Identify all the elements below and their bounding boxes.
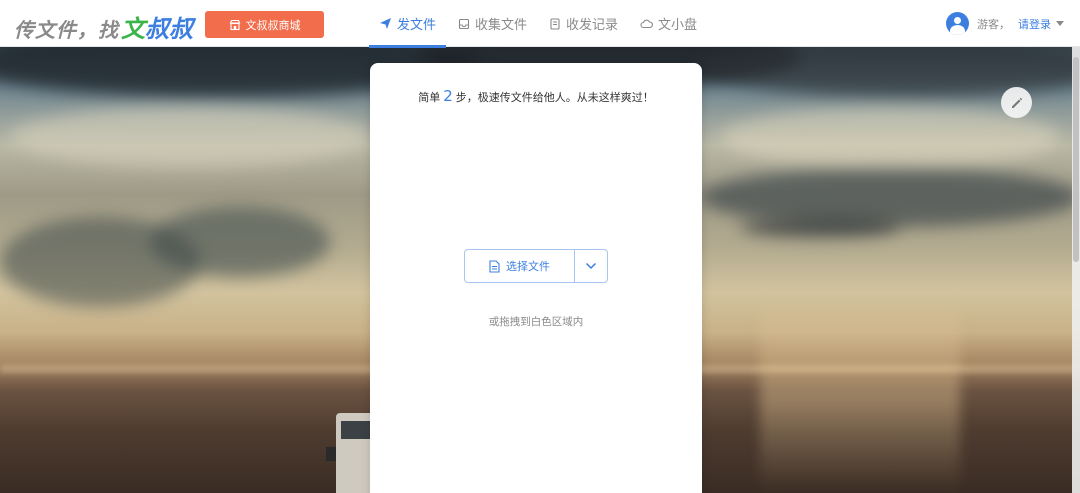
choose-file-button[interactable]: 选择文件 xyxy=(465,250,575,282)
tagline-after: 步，极速传文件给他人。从未这样爽过！ xyxy=(455,91,654,104)
chevron-down-icon xyxy=(585,262,597,270)
shop-button-label: 文叔叔商城 xyxy=(245,18,301,32)
tagline: 简单 2 步，极速传文件给他人。从未这样爽过！ xyxy=(370,87,702,105)
drag-hint: 或拖拽到白色区域内 xyxy=(488,316,584,328)
scrollbar-thumb[interactable] xyxy=(1073,57,1079,262)
site-logo[interactable]: 传文件，找 文 叔叔 xyxy=(14,9,193,43)
logo-green-text: 文 xyxy=(121,14,145,43)
nav-mini-disk[interactable]: 文小盘 xyxy=(630,0,707,47)
nav-label: 收集文件 xyxy=(475,18,528,33)
user-area: 游客， 请登录 xyxy=(946,0,1064,47)
nav-records[interactable]: 收发记录 xyxy=(539,0,628,47)
user-menu-caret-icon[interactable] xyxy=(1056,21,1064,26)
choose-file-group: 选择文件 xyxy=(464,249,608,283)
sun-rays xyxy=(760,297,960,493)
top-header: 传文件，找 文 叔叔 文叔叔商城 发文件 收集文件 收发记录 文小盘 游客， 请… xyxy=(0,0,1080,48)
page-scrollbar[interactable] xyxy=(1072,47,1080,493)
cloud xyxy=(0,217,200,307)
nav-send-file[interactable]: 发文件 xyxy=(369,0,447,48)
main-nav: 发文件 收集文件 收发记录 文小盘 xyxy=(369,0,709,48)
cloud xyxy=(740,217,900,237)
collect-icon xyxy=(458,18,470,29)
tagline-step-number: 2 xyxy=(443,87,453,105)
pencil-icon xyxy=(1011,97,1022,108)
tagline-before: 简单 xyxy=(418,91,441,104)
nav-label: 发文件 xyxy=(397,18,437,33)
avatar-icon[interactable] xyxy=(946,12,969,35)
cloud xyxy=(10,107,370,167)
cloud xyxy=(700,167,1080,227)
login-link[interactable]: 请登录 xyxy=(1018,16,1051,32)
logo-lead-text: 传文件，找 xyxy=(14,18,119,42)
nav-label: 文小盘 xyxy=(658,18,698,33)
upload-card[interactable]: 简单 2 步，极速传文件给他人。从未这样爽过！ 选择文件 或拖拽到白色区域内 xyxy=(370,63,702,493)
logo-blue-text: 叔叔 xyxy=(145,14,193,43)
edit-background-button[interactable] xyxy=(1001,87,1032,118)
guest-label: 游客， xyxy=(977,17,1010,31)
cloud-disk-icon xyxy=(640,19,653,28)
shop-icon xyxy=(229,19,240,30)
nav-collect-files[interactable]: 收集文件 xyxy=(448,0,537,47)
file-icon xyxy=(489,259,500,273)
choose-file-dropdown-button[interactable] xyxy=(575,250,607,282)
shop-button[interactable]: 文叔叔商城 xyxy=(205,11,324,38)
nav-label: 收发记录 xyxy=(566,18,619,33)
truck xyxy=(326,413,376,493)
send-icon xyxy=(380,18,391,29)
choose-file-label: 选择文件 xyxy=(506,260,550,273)
record-icon xyxy=(550,17,560,30)
